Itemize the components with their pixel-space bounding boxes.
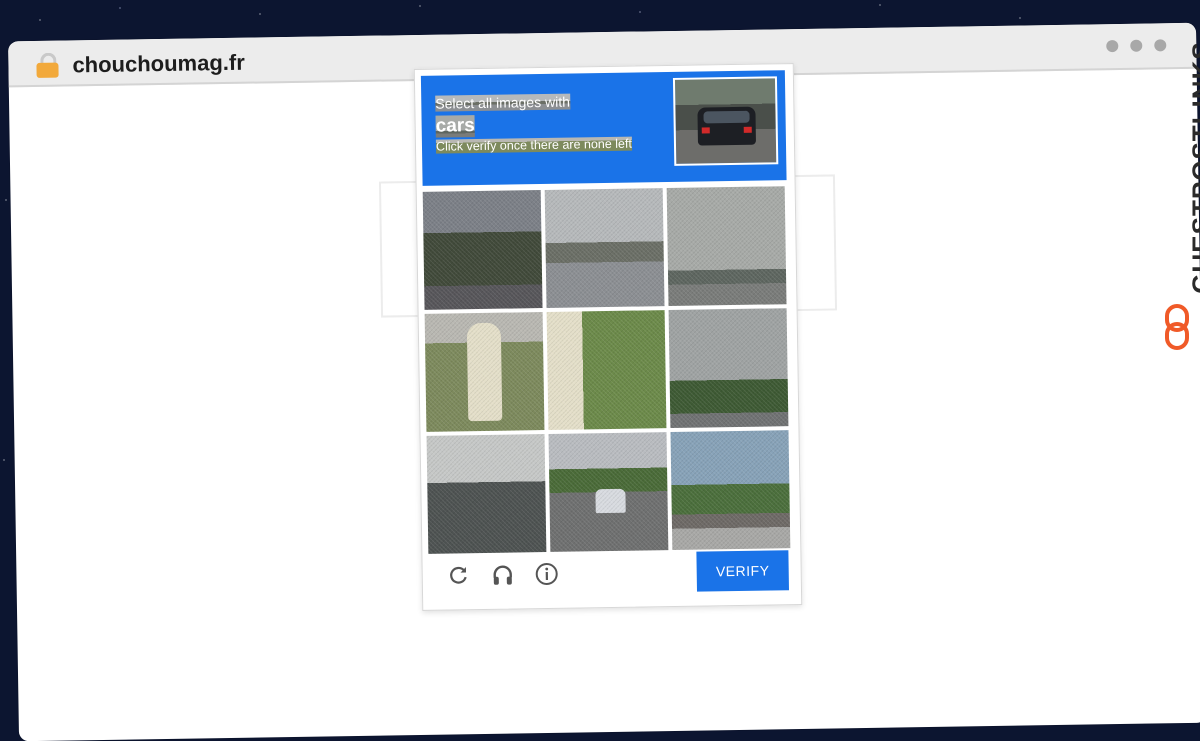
captcha-header: Select all images with cars Click verify… — [421, 70, 787, 186]
verify-button[interactable]: VERIFY — [696, 550, 789, 591]
grid-tile[interactable] — [427, 434, 547, 554]
watermark: GUESTPOSTLINKS — [1152, 52, 1196, 352]
info-icon[interactable] — [535, 562, 559, 586]
grid-tile[interactable] — [547, 310, 667, 430]
window-dot[interactable] — [1106, 40, 1118, 52]
grid-tile[interactable] — [669, 308, 789, 428]
window-controls[interactable] — [1106, 39, 1166, 52]
lock-icon — [36, 53, 58, 77]
hint-text: Click verify once there are none left — [436, 137, 632, 154]
instruction-text: Select all images with — [435, 94, 570, 112]
headphones-icon[interactable] — [491, 562, 515, 586]
window-dot[interactable] — [1130, 40, 1142, 52]
grid-tile[interactable] — [671, 430, 791, 550]
grid-tile[interactable] — [667, 186, 787, 306]
captcha-footer: VERIFY — [428, 546, 793, 600]
link-logo-icon — [1164, 304, 1190, 350]
image-grid — [423, 186, 793, 554]
grid-tile[interactable] — [549, 432, 669, 552]
reload-icon[interactable] — [447, 563, 471, 587]
sample-image — [673, 76, 778, 166]
watermark-text: GUESTPOSTLINKS — [1187, 38, 1200, 298]
grid-tile[interactable] — [425, 312, 545, 432]
captcha-widget: Select all images with cars Click verify… — [414, 63, 802, 611]
domain-label: chouchoumag.fr — [72, 50, 245, 79]
target-label: cars — [436, 115, 475, 138]
grid-tile[interactable] — [545, 188, 665, 308]
window-dot[interactable] — [1154, 39, 1166, 51]
grid-tile[interactable] — [423, 190, 543, 310]
